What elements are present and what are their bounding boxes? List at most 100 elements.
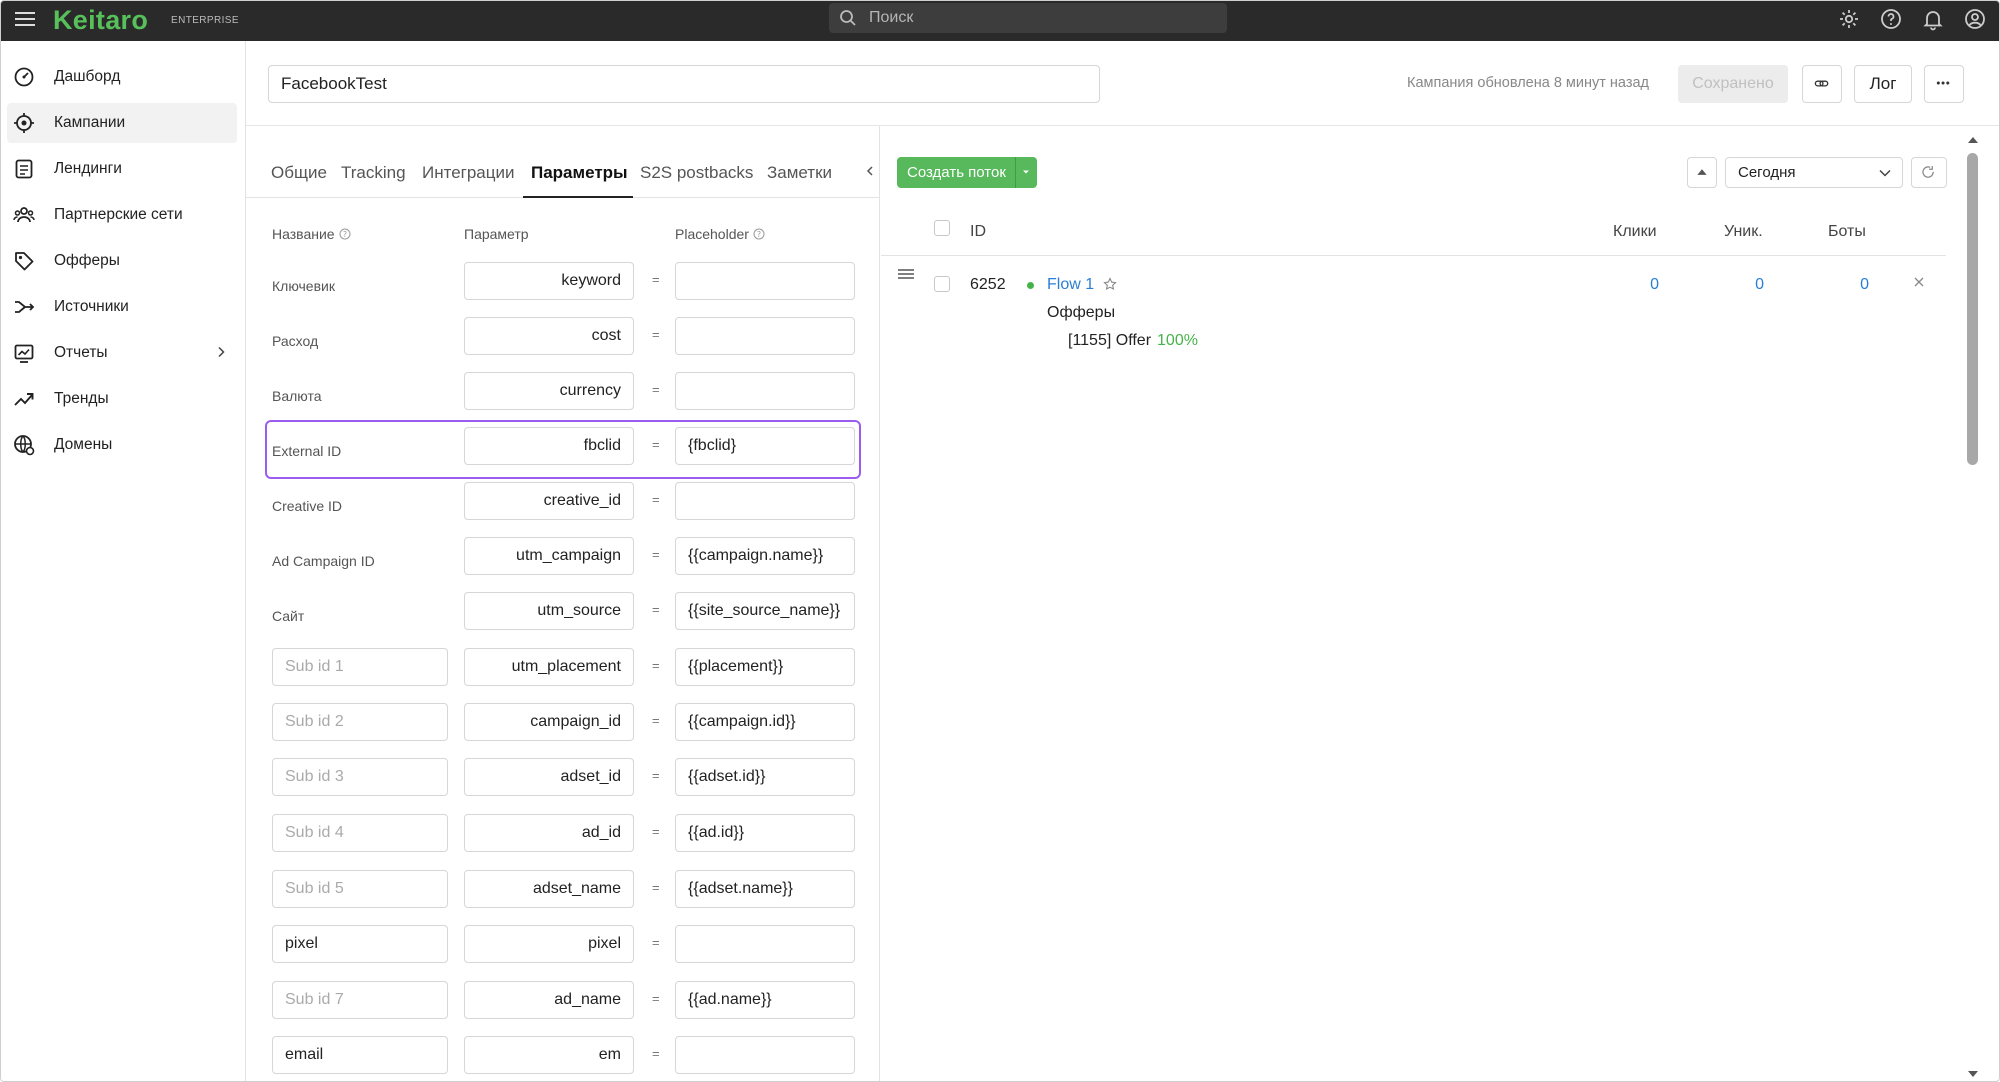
placeholder-input[interactable]	[675, 703, 855, 741]
param-input[interactable]	[464, 648, 634, 686]
flow-id: 6252	[970, 276, 1006, 293]
search-icon	[840, 10, 856, 26]
tab-tracking[interactable]: Tracking	[341, 163, 406, 183]
sidebar-item-dashboard[interactable]: Дашборд	[7, 57, 237, 97]
param-input[interactable]	[464, 981, 634, 1019]
param-row-sub-id-5: =	[246, 866, 880, 910]
placeholder-input[interactable]	[675, 814, 855, 852]
sidebar-item-landings[interactable]: Лендинги	[7, 149, 237, 189]
placeholder-input[interactable]	[675, 870, 855, 908]
help-icon[interactable]: ?	[339, 228, 351, 240]
placeholder-input[interactable]	[675, 482, 855, 520]
placeholder-input[interactable]	[675, 1036, 855, 1074]
equals-sign: =	[652, 768, 660, 783]
placeholder-input[interactable]	[675, 981, 855, 1019]
param-input[interactable]	[464, 317, 634, 355]
sub-id-name-input[interactable]	[272, 981, 448, 1019]
placeholder-input[interactable]	[675, 592, 855, 630]
flow-name-link[interactable]: Flow 1	[1047, 276, 1094, 294]
sub-id-name-input[interactable]	[272, 758, 448, 796]
tab-parameters[interactable]: Параметры	[531, 163, 628, 183]
caret-down-icon[interactable]	[1021, 168, 1031, 176]
search-box[interactable]	[829, 3, 1227, 33]
search-input[interactable]	[869, 6, 1209, 30]
app-window: Keitaro ENTERPRISE Дашборд Кампании Ленд…	[0, 0, 2000, 1082]
sidebar-item-reports[interactable]: Отчеты	[7, 333, 237, 373]
logo[interactable]: Keitaro	[53, 5, 148, 36]
flow-clicks[interactable]: 0	[1619, 276, 1659, 294]
placeholder-input[interactable]	[675, 317, 855, 355]
param-input[interactable]	[464, 703, 634, 741]
flow-checkbox[interactable]	[934, 276, 950, 292]
sidebar-item-label: Лендинги	[54, 160, 122, 177]
placeholder-input[interactable]	[675, 537, 855, 575]
sidebar-item-domains[interactable]: Домены	[7, 425, 237, 465]
param-row-sub-id-7: =	[246, 977, 880, 1021]
save-button[interactable]: Сохранено	[1678, 65, 1788, 103]
param-input[interactable]	[464, 372, 634, 410]
chevron-left-icon[interactable]	[864, 164, 876, 178]
user-icon[interactable]	[1963, 7, 1987, 31]
flow-bots[interactable]: 0	[1829, 276, 1869, 294]
bell-icon[interactable]	[1921, 7, 1945, 31]
menu-icon[interactable]	[15, 9, 35, 29]
placeholder-input[interactable]	[675, 758, 855, 796]
placeholder-input[interactable]	[675, 427, 855, 465]
param-input[interactable]	[464, 758, 634, 796]
sub-id-name-input[interactable]	[272, 814, 448, 852]
select-all-checkbox[interactable]	[934, 220, 950, 236]
gear-icon[interactable]	[1837, 7, 1861, 31]
help-icon[interactable]: ?	[753, 228, 765, 240]
create-flow-button[interactable]: Создать поток	[897, 157, 1037, 188]
collapse-button[interactable]	[1687, 157, 1717, 188]
param-row-currency: Валюта =	[246, 368, 880, 412]
sub-id-name-input[interactable]	[272, 648, 448, 686]
sidebar-item-offers[interactable]: Офферы	[7, 241, 237, 281]
param-input[interactable]	[464, 925, 634, 963]
tab-s2s-postbacks[interactable]: S2S postbacks	[640, 163, 753, 183]
vertical-scrollbar[interactable]	[1965, 131, 1981, 1081]
tab-integrations[interactable]: Интеграции	[422, 163, 515, 183]
param-input[interactable]	[464, 592, 634, 630]
param-input[interactable]	[464, 1036, 634, 1074]
help-icon[interactable]	[1879, 7, 1903, 31]
scroll-up-icon[interactable]	[1967, 135, 1979, 145]
sidebar-item-partners[interactable]: Партнерские сети	[7, 195, 237, 235]
close-icon[interactable]	[1913, 276, 1925, 288]
offer-name[interactable]: [1155] Offer	[1068, 332, 1151, 349]
sub-id-name-input[interactable]	[272, 925, 448, 963]
sub-id-name-input[interactable]	[272, 870, 448, 908]
sidebar-item-sources[interactable]: Источники	[7, 287, 237, 327]
sidebar-item-campaigns[interactable]: Кампании	[7, 103, 237, 143]
column-uniq[interactable]: Уник.	[1724, 223, 1763, 241]
param-input[interactable]	[464, 537, 634, 575]
column-clicks[interactable]: Клики	[1613, 223, 1657, 241]
refresh-button[interactable]	[1911, 157, 1947, 188]
flow-uniq[interactable]: 0	[1724, 276, 1764, 294]
campaign-name-input[interactable]	[268, 65, 1100, 103]
param-input[interactable]	[464, 814, 634, 852]
column-bots[interactable]: Боты	[1828, 223, 1866, 241]
tab-notes[interactable]: Заметки	[767, 163, 832, 183]
tab-general[interactable]: Общие	[271, 163, 327, 183]
more-button[interactable]	[1924, 65, 1964, 103]
scroll-down-icon[interactable]	[1967, 1069, 1979, 1079]
placeholder-input[interactable]	[675, 648, 855, 686]
triangle-up-icon	[1697, 169, 1707, 175]
placeholder-input[interactable]	[675, 262, 855, 300]
date-range-select[interactable]: Сегодня	[1725, 157, 1903, 188]
param-input[interactable]	[464, 262, 634, 300]
star-icon[interactable]	[1103, 277, 1117, 291]
log-button[interactable]: Лог	[1854, 65, 1912, 103]
placeholder-input[interactable]	[675, 372, 855, 410]
sub-id-name-input[interactable]	[272, 703, 448, 741]
placeholder-input[interactable]	[675, 925, 855, 963]
param-input[interactable]	[464, 870, 634, 908]
link-button[interactable]	[1802, 65, 1842, 103]
drag-handle-icon[interactable]	[897, 268, 915, 280]
scrollbar-thumb[interactable]	[1967, 153, 1978, 465]
sidebar-item-trends[interactable]: Тренды	[7, 379, 237, 419]
sub-id-name-input[interactable]	[272, 1036, 448, 1074]
param-input[interactable]	[464, 482, 634, 520]
param-input[interactable]	[464, 427, 634, 465]
